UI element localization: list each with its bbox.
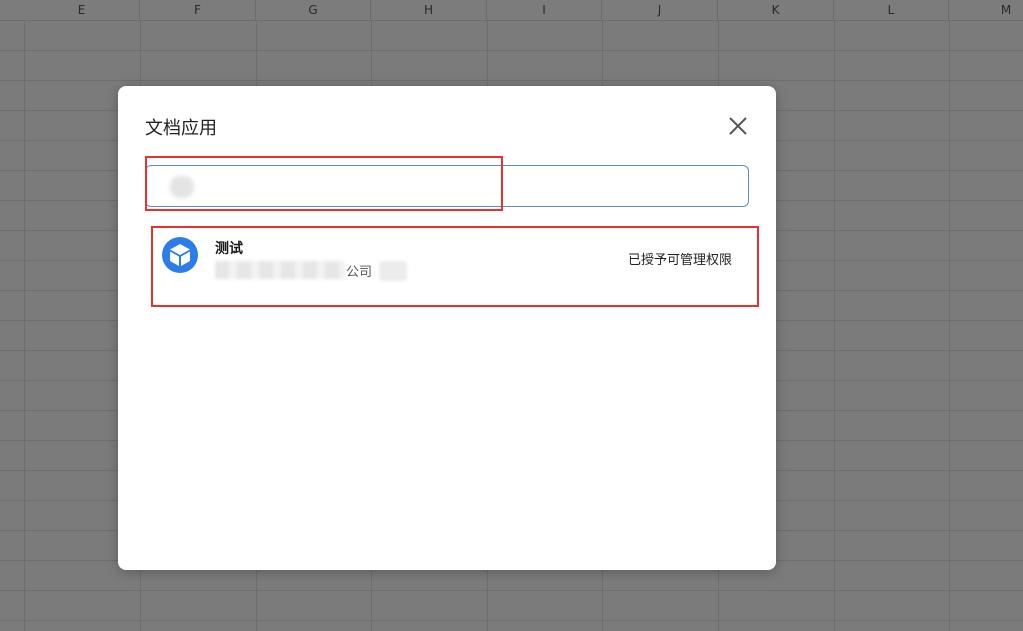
column-header-f[interactable]: F (140, 0, 256, 20)
column-header-h[interactable]: H (371, 0, 487, 20)
redacted-search-text (170, 176, 194, 198)
doc-apps-dialog: 文档应用 测试 公司 已授予可管理权限 (118, 86, 776, 570)
app-list-item[interactable]: 测试 公司 已授予可管理权限 (156, 231, 746, 291)
grid-row-line (0, 50, 1023, 51)
search-input[interactable] (156, 166, 740, 208)
cube-icon (162, 237, 198, 273)
column-header-j[interactable]: J (602, 0, 718, 20)
grid-row-line (0, 80, 1023, 81)
column-header-m[interactable]: M (949, 0, 1023, 20)
dialog-title: 文档应用 (145, 118, 217, 139)
column-header-row: E F G H I J K L M (0, 0, 1023, 21)
column-header-l[interactable]: L (834, 0, 949, 20)
column-header-i[interactable]: I (487, 0, 602, 20)
app-name: 测试 (215, 241, 243, 257)
column-header-k[interactable]: K (718, 0, 834, 20)
close-icon (729, 117, 747, 135)
close-button[interactable] (726, 114, 750, 138)
app-company: 公司 (346, 265, 373, 280)
grid-column-line (834, 20, 835, 631)
redacted-company-suffix (379, 261, 407, 281)
grid-row-line (0, 590, 1023, 591)
grid-column-line (24, 20, 25, 631)
redacted-company-text (215, 261, 345, 279)
app-permission-status: 已授予可管理权限 (627, 253, 732, 268)
search-field[interactable] (145, 165, 749, 208)
grid-row-line (0, 620, 1023, 621)
column-header-g[interactable]: G (256, 0, 371, 20)
column-header-e[interactable]: E (24, 0, 140, 20)
grid-column-line (949, 20, 950, 631)
